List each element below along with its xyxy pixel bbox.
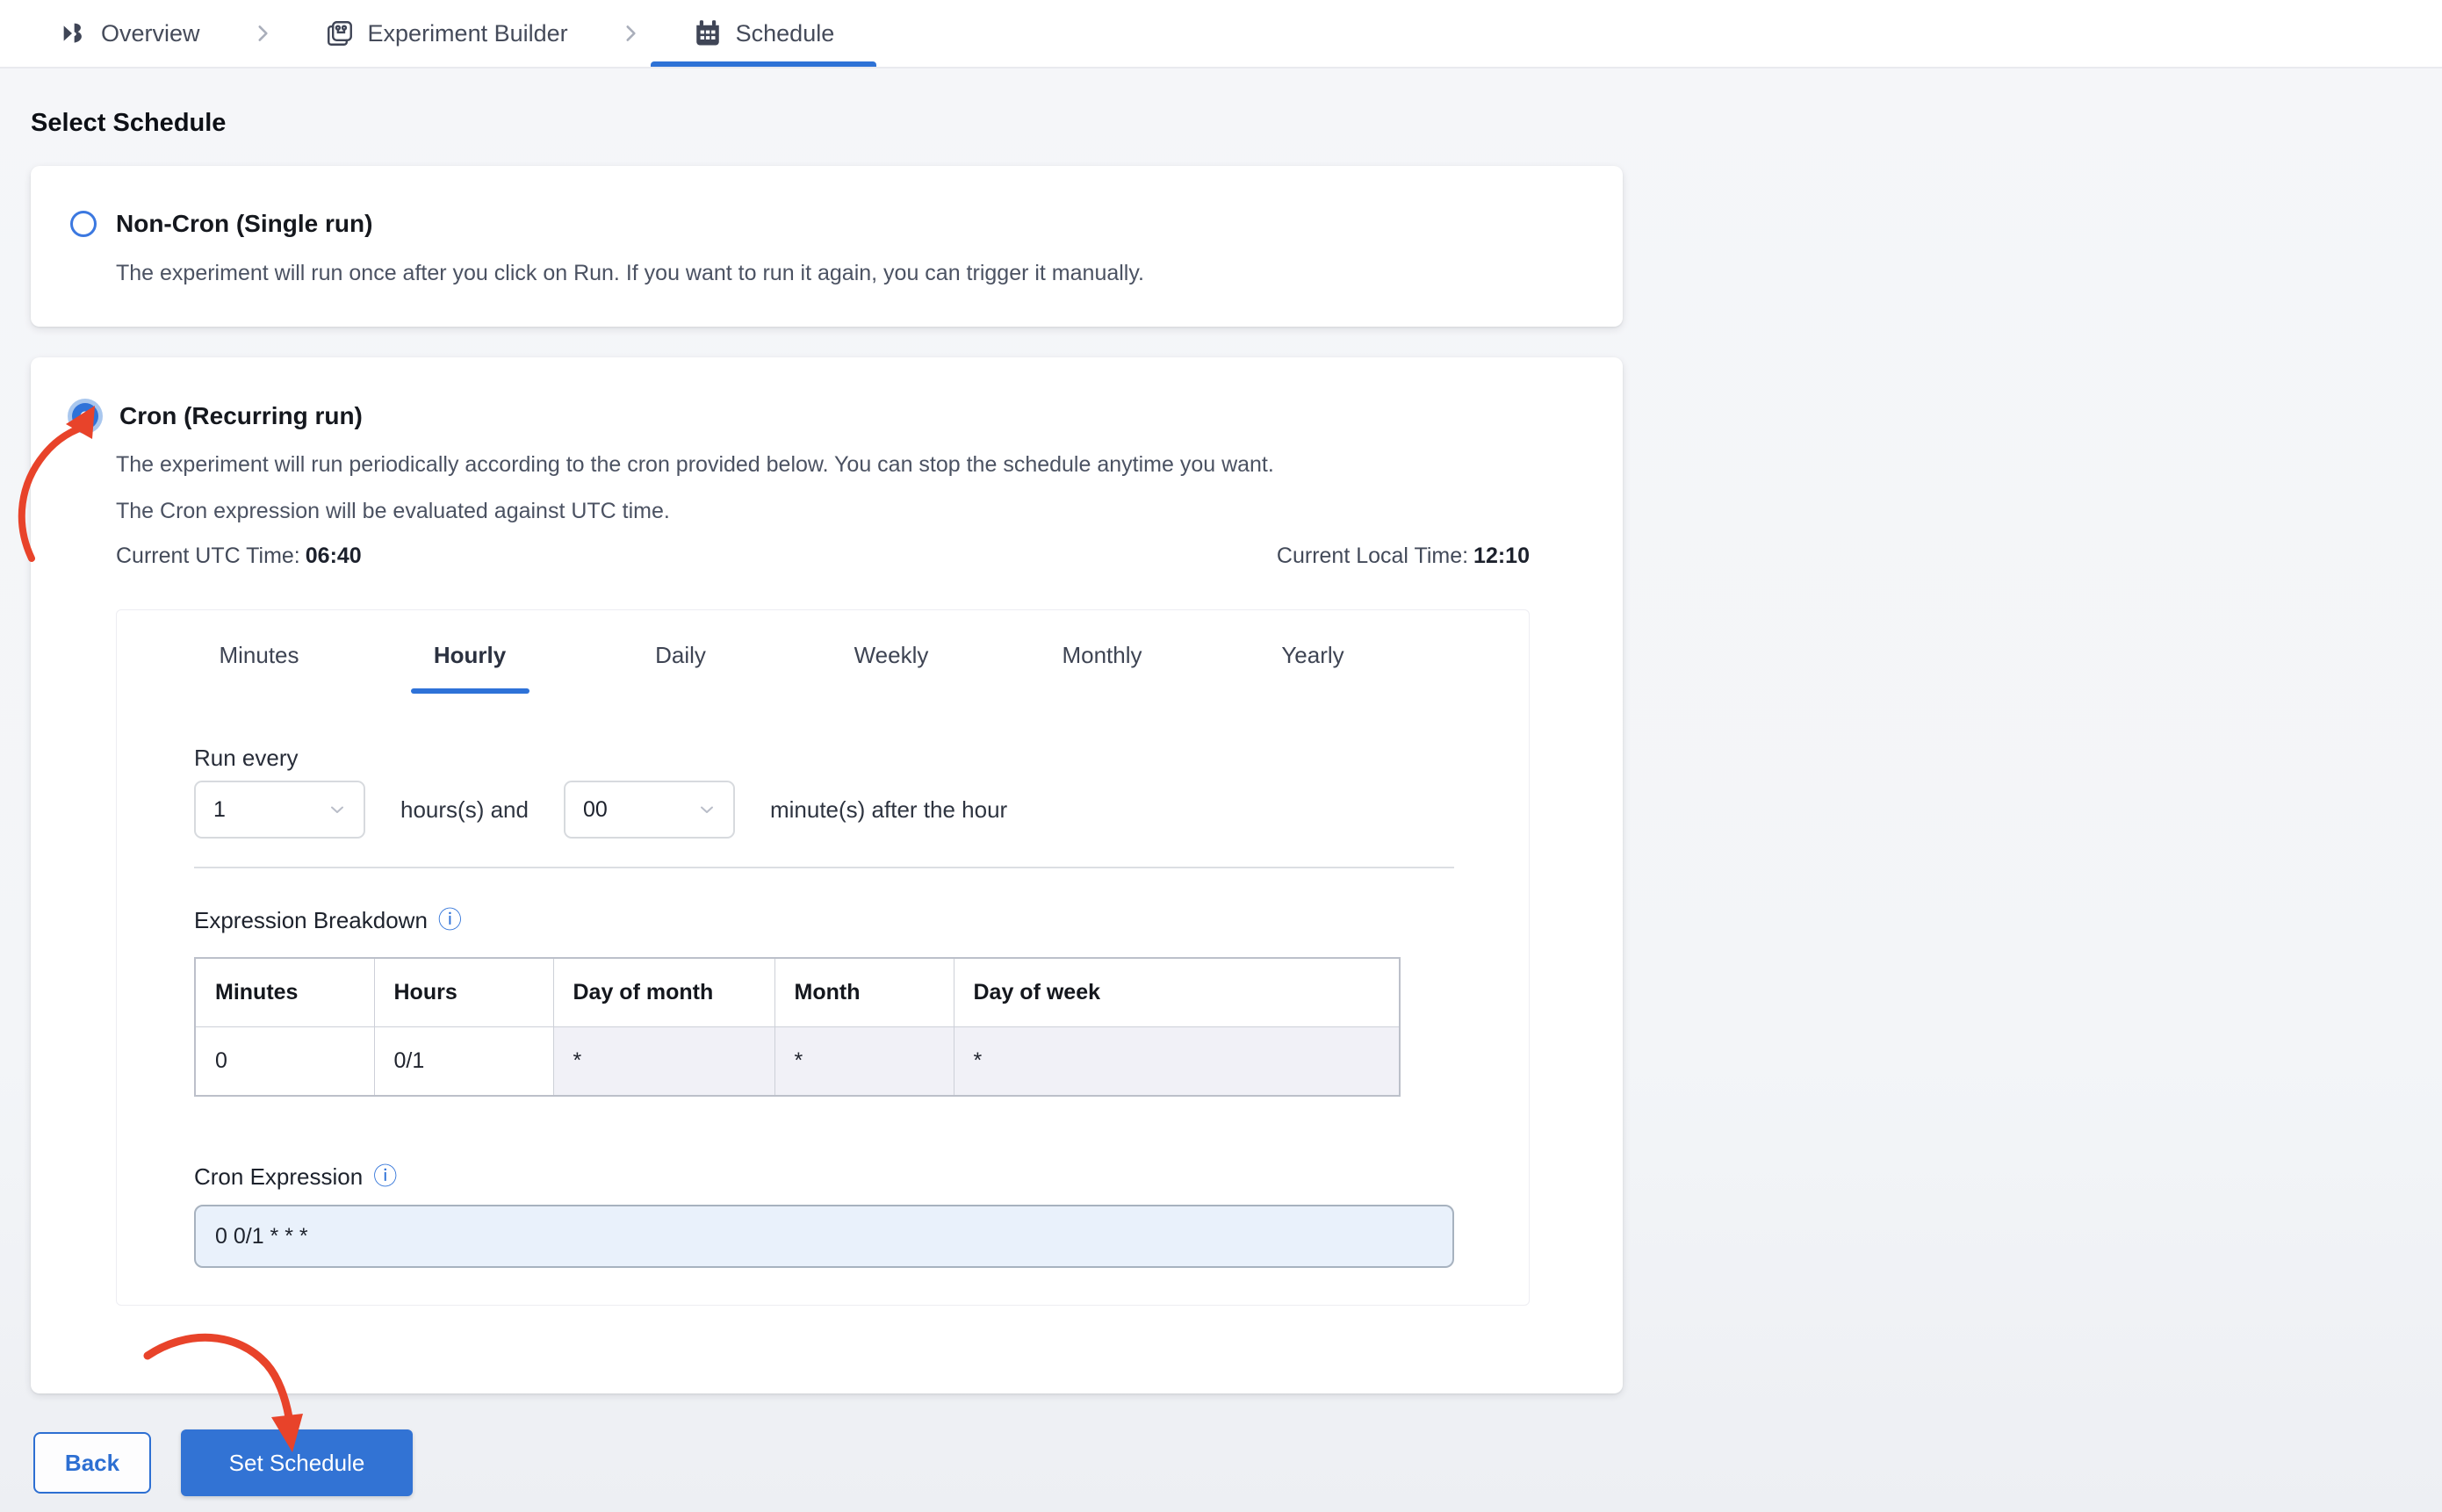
current-utc-time: Current UTC Time: 06:40 (116, 544, 362, 568)
breakdown-minutes-cell: 0 (194, 1026, 375, 1097)
breadcrumb-label: Overview (101, 19, 200, 47)
section-divider (194, 867, 1454, 868)
calendar-icon (693, 18, 723, 48)
breadcrumb-label: Experiment Builder (367, 19, 568, 47)
breadcrumb: Overview Experiment Builder Schedule (0, 0, 2442, 68)
cron-option-description-2: The Cron expression will be evaluated ag… (116, 499, 670, 523)
run-every-label: Run every (194, 745, 299, 771)
tab-hourly[interactable]: Hourly (364, 642, 575, 694)
chevron-right-icon (251, 0, 274, 67)
column-header: Month (774, 957, 954, 1027)
breakdown-day-of-week-cell: * (953, 1026, 1401, 1097)
cron-builder-panel: Minutes Hourly Daily Weekly Monthly Year… (116, 609, 1530, 1306)
tab-weekly[interactable]: Weekly (786, 642, 997, 694)
hours-select[interactable]: 1 (194, 781, 365, 839)
cron-tabs: Minutes Hourly Daily Weekly Monthly Year… (117, 610, 1529, 694)
non-cron-option-title: Non-Cron (Single run) (116, 210, 373, 237)
cron-expression-label: Cron Expression (194, 1163, 364, 1190)
hours-suffix-label: hours(s) and (400, 796, 529, 823)
chevron-down-icon (696, 799, 717, 820)
tab-monthly[interactable]: Monthly (997, 642, 1207, 694)
cron-option-description-1: The experiment will run periodically acc… (116, 452, 1274, 477)
expression-breakdown-table: Minutes Hours Day of month Month Day of … (194, 957, 1401, 1097)
logo-icon (60, 19, 88, 47)
set-schedule-button[interactable]: Set Schedule (181, 1429, 413, 1496)
info-icon[interactable]: ⓘ (373, 1165, 397, 1189)
cron-option-card[interactable]: Cron (Recurring run) The experiment will… (31, 357, 1623, 1393)
utc-time-value: 06:40 (305, 544, 362, 568)
tab-yearly[interactable]: Yearly (1207, 642, 1418, 694)
breakdown-day-of-month-cell: * (552, 1026, 775, 1097)
page-title: Select Schedule (31, 109, 227, 137)
back-button[interactable]: Back (33, 1432, 151, 1494)
breadcrumb-label: Schedule (735, 19, 835, 47)
column-header: Minutes (194, 957, 375, 1027)
breakdown-hours-cell: 0/1 (373, 1026, 554, 1097)
current-local-time: Current Local Time: 12:10 (1276, 544, 1530, 568)
tab-daily[interactable]: Daily (575, 642, 786, 694)
info-icon[interactable]: ⓘ (438, 909, 462, 932)
cron-option-title: Cron (Recurring run) (119, 402, 363, 429)
expression-breakdown-label: Expression Breakdown (194, 907, 428, 933)
minutes-select[interactable]: 00 (563, 781, 735, 839)
minutes-select-value: 00 (582, 796, 608, 822)
table-header-row: Minutes Hours Day of month Month Day of … (194, 957, 1401, 1027)
breadcrumb-item-overview[interactable]: Overview (54, 0, 205, 67)
local-time-value: 12:10 (1473, 544, 1530, 568)
column-header: Hours (373, 957, 554, 1027)
non-cron-option-description: The experiment will run once after you c… (116, 261, 1144, 285)
non-cron-option-card[interactable]: Non-Cron (Single run) The experiment wil… (31, 166, 1623, 327)
breakdown-month-cell: * (774, 1026, 954, 1097)
workflow-icon (325, 18, 355, 48)
breadcrumb-item-schedule[interactable]: Schedule (650, 0, 876, 67)
non-cron-radio-button[interactable] (70, 211, 97, 237)
table-row: 0 0/1 * * * (194, 1026, 1401, 1097)
cron-radio-row[interactable]: Cron (Recurring run) (70, 401, 1570, 431)
column-header: Day of month (552, 957, 775, 1027)
breadcrumb-item-experiment-builder[interactable]: Experiment Builder (320, 0, 573, 67)
cron-radio-button[interactable] (72, 403, 98, 429)
cron-expression-input[interactable] (194, 1205, 1454, 1268)
chevron-down-icon (327, 799, 348, 820)
chevron-right-icon (619, 0, 642, 67)
column-header: Day of week (953, 957, 1401, 1027)
minutes-suffix-label: minute(s) after the hour (769, 796, 1008, 823)
non-cron-radio-row[interactable]: Non-Cron (Single run) (70, 210, 1570, 238)
hours-select-value: 1 (213, 796, 226, 822)
tab-minutes[interactable]: Minutes (154, 642, 364, 694)
